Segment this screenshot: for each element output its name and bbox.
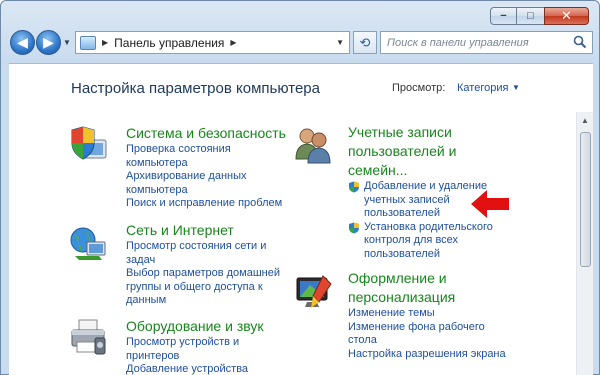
- link-homegroup-cont[interactable]: группы и общего доступа к: [126, 281, 296, 295]
- link-troubleshoot[interactable]: Поиск и исправление проблем: [126, 197, 296, 211]
- link-change-background[interactable]: Изменение фона рабочего: [348, 321, 528, 335]
- vertical-scrollbar[interactable]: ▲: [576, 112, 593, 375]
- uac-shield-icon: [349, 181, 359, 193]
- category-appearance: Оформление и персонализация Изменение те…: [348, 269, 528, 361]
- link-check-status-cont[interactable]: компьютера: [126, 157, 296, 171]
- control-panel-icon: [80, 35, 96, 50]
- content-area: Настройка параметров компьютера Просмотр…: [9, 63, 593, 375]
- search-icon[interactable]: [573, 35, 587, 49]
- close-button[interactable]: ✕: [544, 7, 589, 25]
- view-mode-selector[interactable]: Категория: [457, 82, 508, 94]
- category-title-network[interactable]: Сеть и Интернет: [126, 221, 296, 240]
- caption-buttons: − □ ✕: [490, 7, 589, 25]
- minimize-button[interactable]: −: [490, 7, 517, 25]
- monitor-paint-icon[interactable]: [293, 272, 333, 312]
- category-network: Сеть и Интернет Просмотр состояния сети …: [126, 221, 296, 308]
- scroll-up-icon[interactable]: ▲: [581, 116, 589, 125]
- link-parental-text[interactable]: Установка родительского: [364, 221, 493, 233]
- link-devices-cont[interactable]: принтеров: [126, 350, 296, 364]
- link-network-status-cont[interactable]: задач: [126, 254, 296, 268]
- category-title-users-2[interactable]: пользователей и: [348, 142, 528, 161]
- link-add-device[interactable]: Добавление устройства: [126, 363, 296, 375]
- category-title-users-1[interactable]: Учетные записи: [348, 123, 528, 142]
- category-title-users-3[interactable]: семейн...: [348, 161, 528, 180]
- back-button[interactable]: ◀: [10, 30, 35, 55]
- link-network-status[interactable]: Просмотр состояния сети и: [126, 240, 296, 254]
- red-arrow-annotation-icon: [471, 190, 509, 218]
- category-system-security: Система и безопасность Проверка состояни…: [126, 124, 296, 211]
- scroll-thumb[interactable]: [580, 132, 591, 267]
- breadcrumb-chevron-icon[interactable]: ▶: [230, 38, 236, 47]
- refresh-button[interactable]: ⟲: [353, 31, 377, 54]
- link-change-background-cont[interactable]: стола: [348, 334, 528, 348]
- address-bar[interactable]: ▶ Панель управления ▶ ▼: [75, 31, 350, 54]
- link-devices[interactable]: Просмотр устройств и: [126, 336, 296, 350]
- window-frame: − □ ✕ ◀ ▶ ▼ ▶ Панель управления ▶ ▼ ⟲ По…: [0, 0, 600, 375]
- shield-computer-icon[interactable]: [69, 126, 109, 166]
- category-title-system[interactable]: Система и безопасность: [126, 124, 296, 143]
- uac-shield-icon-2: [349, 222, 359, 233]
- category-title-appearance-2[interactable]: персонализация: [348, 288, 528, 307]
- network-globe-icon[interactable]: [69, 224, 109, 264]
- link-screen-resolution[interactable]: Настройка разрешения экрана: [348, 348, 528, 362]
- link-homegroup-cont2[interactable]: данным: [126, 294, 296, 308]
- maximize-button[interactable]: □: [517, 7, 544, 25]
- recent-pages-dropdown[interactable]: ▼: [63, 38, 71, 47]
- link-check-status[interactable]: Проверка состояния: [126, 143, 296, 157]
- category-hardware: Оборудование и звук Просмотр устройств и…: [126, 317, 296, 375]
- search-placeholder: Поиск в панели управления: [387, 36, 529, 49]
- category-title-hardware[interactable]: Оборудование и звук: [126, 317, 296, 336]
- link-change-theme[interactable]: Изменение темы: [348, 307, 528, 321]
- forward-button[interactable]: ▶: [36, 30, 61, 55]
- view-mode-chevron-icon[interactable]: ▼: [512, 83, 520, 92]
- link-homegroup[interactable]: Выбор параметров домашней: [126, 267, 296, 281]
- printer-icon[interactable]: [69, 318, 109, 358]
- category-title-appearance-1[interactable]: Оформление и: [348, 269, 528, 288]
- link-parental-controls[interactable]: Установка родительского: [348, 221, 528, 235]
- search-input[interactable]: Поиск в панели управления: [380, 31, 593, 54]
- link-backup[interactable]: Архивирование данных: [126, 170, 296, 184]
- navigation-bar: ◀ ▶ ▼ ▶ Панель управления ▶ ▼ ⟲ Поиск в …: [9, 30, 593, 56]
- link-backup-cont[interactable]: компьютера: [126, 184, 296, 198]
- link-parental-cont[interactable]: контроля для всех: [348, 234, 528, 248]
- address-dropdown-icon[interactable]: ▼: [336, 38, 344, 47]
- users-icon[interactable]: [293, 125, 333, 165]
- breadcrumb-separator-icon[interactable]: ▶: [102, 38, 108, 47]
- breadcrumb-control-panel[interactable]: Панель управления: [114, 36, 224, 50]
- link-parental-cont2[interactable]: пользователей: [348, 248, 528, 262]
- page-title: Настройка параметров компьютера: [71, 80, 320, 97]
- view-label: Просмотр:: [392, 82, 446, 94]
